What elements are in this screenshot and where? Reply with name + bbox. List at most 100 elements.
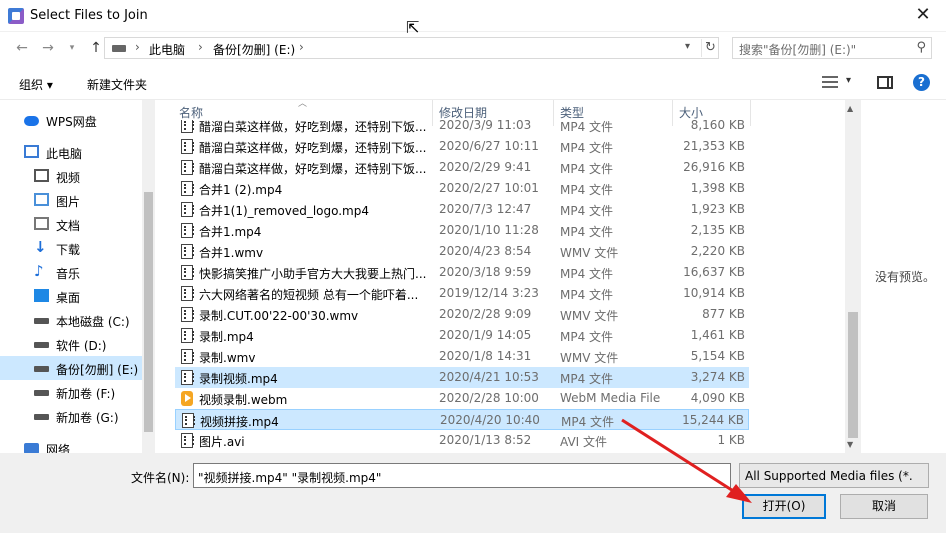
address-bar[interactable]: › 此电脑 › 备份[勿删] (E:) › ▾ ↻ (104, 37, 719, 59)
file-row[interactable]: 录制.CUT.00'22-00'30.wmv 2020/2/28 9:09 WMV … (175, 304, 749, 325)
video-file-icon (181, 349, 194, 364)
breadcrumb-separator-icon[interactable]: › (135, 40, 140, 54)
breadcrumb-drive-e[interactable]: 备份[勿删] (E:) (213, 41, 295, 58)
file-name: 录制.mp4 (199, 330, 254, 344)
cancel-button[interactable]: 取消 (840, 494, 928, 519)
video-folder-icon (34, 169, 49, 182)
file-row[interactable]: 图片.avi 2020/1/13 8:52 AVI 文件 1 KB (175, 430, 749, 451)
video-file-icon (181, 433, 194, 448)
open-button[interactable]: 打开(O) (742, 494, 826, 519)
media-player-file-icon (181, 391, 193, 406)
preview-pane-icon[interactable] (877, 76, 893, 89)
forward-arrow-icon[interactable]: → (38, 38, 58, 58)
sidebar-item[interactable]: ♪ 音乐 (0, 260, 142, 284)
video-file-icon (181, 202, 194, 217)
toolbar: 组织 ▾ 新建文件夹 (0, 66, 946, 100)
recent-locations-chevron-icon[interactable]: ▾ (62, 38, 82, 58)
file-row[interactable]: 视频拼接.mp4 2020/4/20 10:40 MP4 文件 15,244 KB (175, 409, 749, 430)
file-date: 2020/2/29 9:41 (439, 160, 532, 174)
sidebar-item[interactable]: 本地磁盘 (C:) (0, 308, 142, 332)
column-divider[interactable] (750, 100, 751, 126)
sidebar-item-label: 新加卷 (F:) (56, 387, 116, 401)
column-header-size[interactable]: 大小 (679, 104, 703, 121)
view-options-chevron-icon[interactable]: ▾ (846, 75, 851, 86)
sidebar-item[interactable]: 新加卷 (G:) (0, 404, 142, 428)
file-row[interactable]: 快影搞笑推广小助手官方大大我要上热门... 2020/3/18 9:59 MP4 文… (175, 262, 749, 283)
file-row[interactable]: 录制.wmv 2020/1/8 14:31 WMV 文件 5,154 KB (175, 346, 749, 367)
file-row[interactable]: 合并1(1)_removed_logo.mp4 2020/7/3 12:47 MP4… (175, 199, 749, 220)
file-row[interactable]: 合并1.wmv 2020/4/23 8:54 WMV 文件 2,220 KB (175, 241, 749, 262)
sidebar-item-label: 本地磁盘 (C:) (56, 315, 130, 329)
file-row[interactable]: 录制.mp4 2020/1/9 14:05 MP4 文件 1,461 KB (175, 325, 749, 346)
windows-drive-icon (34, 318, 49, 324)
refresh-icon[interactable]: ↻ (701, 39, 719, 57)
file-size: 15,244 KB (682, 413, 744, 427)
sidebar-item[interactable]: 视频 (0, 164, 142, 188)
column-header-name[interactable]: 名称 (179, 104, 203, 121)
address-dropdown-chevron-icon[interactable]: ▾ (685, 41, 690, 52)
breadcrumb-this-pc[interactable]: 此电脑 (149, 41, 185, 58)
file-size: 1 KB (717, 433, 745, 447)
file-date: 2020/1/9 14:05 (439, 328, 532, 342)
scroll-down-arrow-icon[interactable]: ▼ (847, 440, 853, 449)
file-row[interactable]: 合并1 (2).mp4 2020/2/27 10:01 MP4 文件 1,398 KB (175, 178, 749, 199)
close-button[interactable]: ✕ (900, 0, 946, 31)
column-header-type[interactable]: 类型 (560, 104, 584, 121)
file-row[interactable]: 合并1.mp4 2020/1/10 11:28 MP4 文件 2,135 KB (175, 220, 749, 241)
file-date: 2020/6/27 10:11 (439, 139, 539, 153)
filename-input[interactable]: "视频拼接.mp4" "录制视频.mp4" (193, 463, 731, 488)
file-row[interactable]: 录制视频.mp4 2020/4/21 10:53 MP4 文件 3,274 KB (175, 367, 749, 388)
file-name: 合并1.wmv (199, 246, 264, 260)
app-icon (8, 8, 24, 24)
column-divider[interactable] (432, 100, 433, 126)
file-row[interactable]: 六大网络著名的短视频 总有一个能吓着... 2019/12/14 3:23 MP4 … (175, 283, 749, 304)
sidebar-item[interactable]: 备份[勿删] (E:) (0, 356, 142, 380)
organize-menu[interactable]: 组织 ▾ (19, 76, 53, 93)
sidebar-item[interactable]: WPS网盘 (0, 108, 142, 132)
breadcrumb-separator-icon[interactable]: › (299, 40, 304, 54)
search-icon[interactable]: ⚲ (916, 40, 926, 55)
sidebar-item-label: 备份[勿删] (E:) (56, 363, 139, 377)
video-file-icon (181, 244, 194, 259)
new-folder-button[interactable]: 新建文件夹 (87, 76, 147, 93)
sidebar-item[interactable]: 文档 (0, 212, 142, 236)
file-type: MP4 文件 (560, 141, 614, 155)
column-divider[interactable] (672, 100, 673, 126)
file-type: MP4 文件 (560, 162, 614, 176)
scroll-up-arrow-icon[interactable]: ▲ (847, 104, 853, 113)
file-date: 2020/7/3 12:47 (439, 202, 532, 216)
column-divider[interactable] (553, 100, 554, 126)
sidebar-item[interactable]: 桌面 (0, 284, 142, 308)
sidebar-item[interactable]: 软件 (D:) (0, 332, 142, 356)
sidebar-item[interactable]: 网络 (0, 436, 142, 453)
computer-icon (24, 145, 39, 158)
column-header-date[interactable]: 修改日期 (439, 104, 487, 121)
file-type: MP4 文件 (561, 415, 615, 429)
file-row[interactable]: 醋溜白菜这样做，好吃到爆，还特别下饭... 2020/2/29 9:41 MP4 文… (175, 157, 749, 178)
view-options-icon[interactable] (822, 76, 838, 88)
search-box[interactable]: 搜索"备份[勿删] (E:)" ⚲ (732, 37, 932, 59)
help-icon[interactable]: ? (913, 74, 930, 91)
breadcrumb-separator-icon[interactable]: › (198, 40, 203, 54)
drive-icon (34, 390, 49, 396)
file-type: MP4 文件 (560, 204, 614, 218)
back-arrow-icon[interactable]: ← (12, 38, 32, 58)
picture-folder-icon (34, 193, 49, 206)
file-row[interactable]: 视频录制.webm 2020/2/28 10:00 WebM Media File 4… (175, 388, 749, 409)
file-date: 2020/2/28 9:09 (439, 307, 532, 321)
sidebar-scroll-thumb[interactable] (144, 192, 153, 432)
file-type-filter-value[interactable]: All Supported Media files (*. (745, 469, 913, 483)
up-arrow-icon[interactable]: ↑ (86, 38, 106, 58)
music-icon: ♪ (34, 262, 44, 280)
sidebar-item[interactable]: 新加卷 (F:) (0, 380, 142, 404)
video-file-icon (181, 370, 194, 385)
file-row[interactable]: 醋溜白菜这样做，好吃到爆，还特别下饭... 2020/6/27 10:11 MP4 … (175, 136, 749, 157)
sidebar-item[interactable]: ↓ 下载 (0, 236, 142, 260)
file-name: 录制.CUT.00'22-00'30.wmv (199, 309, 359, 323)
file-list-scroll-thumb[interactable] (848, 312, 858, 438)
sidebar-item[interactable]: 图片 (0, 188, 142, 212)
network-icon (24, 443, 39, 453)
file-type-filter-dropdown[interactable]: All Supported Media files (*. (739, 463, 929, 488)
sidebar-item[interactable]: 此电脑 (0, 140, 142, 164)
filename-value[interactable]: "视频拼接.mp4" "录制视频.mp4" (198, 469, 381, 486)
